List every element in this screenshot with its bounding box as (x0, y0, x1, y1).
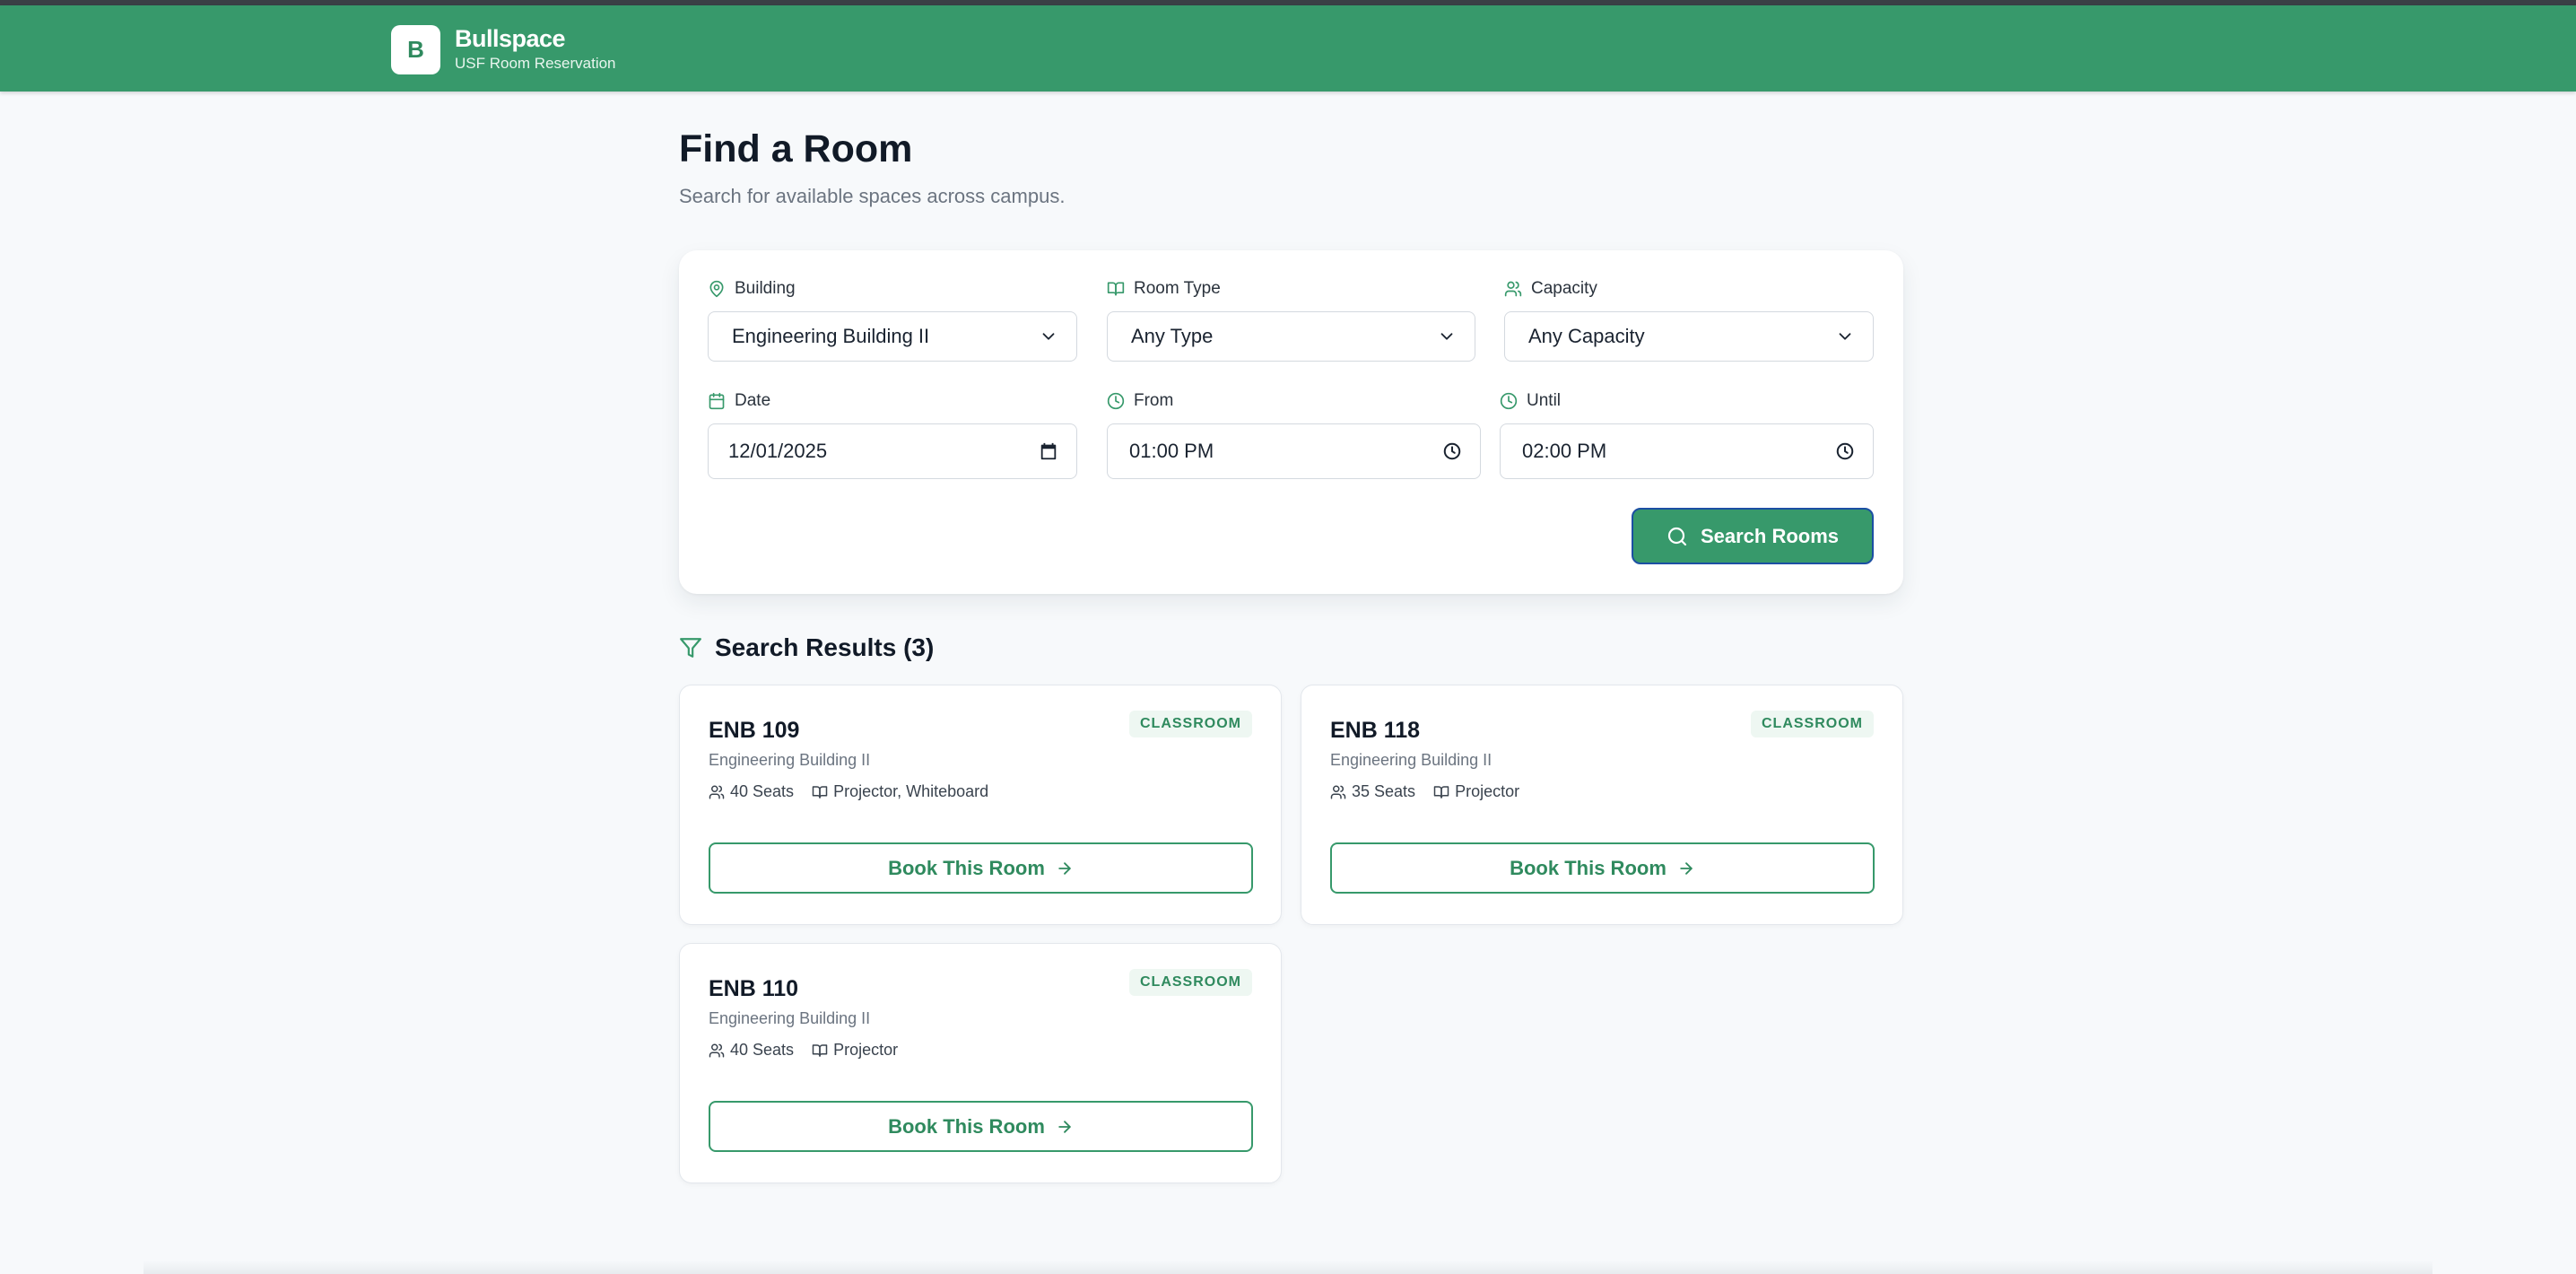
map-pin-icon (709, 280, 724, 298)
room-name: ENB 110 (709, 976, 799, 1001)
room-seats-text: 35 Seats (1352, 782, 1416, 800)
room-card: ENB 109 CLASSROOM Engineering Building I… (679, 685, 1282, 925)
filter-icon (680, 638, 701, 658)
search-rooms-button[interactable]: Search Rooms (1632, 508, 1874, 564)
capacity-select[interactable]: Any Capacity (1504, 311, 1874, 362)
date-label: Date (708, 391, 770, 411)
from-label-text: From (1134, 391, 1174, 410)
room-type-select[interactable]: Any Type (1107, 311, 1475, 362)
building-label: Building (708, 279, 796, 299)
until-time-input[interactable]: 02:00 PM (1500, 423, 1874, 479)
date-input-value: 12/01/2025 (728, 440, 828, 462)
arrow-right-icon (1680, 861, 1693, 875)
results-heading: Search Results (3) (679, 633, 934, 662)
room-name: ENB 109 (709, 718, 800, 743)
book-room-label: Book This Room (888, 1114, 1045, 1138)
room-features: Projector, Whiteboard (812, 782, 988, 801)
calendar-icon (709, 392, 725, 410)
book-room-label: Book This Room (888, 856, 1045, 879)
users-icon (1330, 785, 1346, 798)
room-building: Engineering Building II (709, 1009, 871, 1027)
until-label: Until (1500, 391, 1561, 411)
from-label: From (1107, 391, 1173, 411)
room-meta: 40 Seats Projector, Whiteboard (709, 782, 988, 801)
capacity-label: Capacity (1504, 279, 1597, 299)
clock-picker-icon[interactable] (1442, 441, 1462, 461)
book-open-icon (812, 785, 828, 798)
room-features-text: Projector, Whiteboard (833, 782, 989, 800)
calendar-picker-icon[interactable] (1039, 441, 1058, 461)
room-name: ENB 118 (1330, 718, 1421, 743)
search-icon (1667, 527, 1687, 545)
users-icon (709, 1043, 725, 1057)
book-room-button[interactable]: Book This Room (709, 842, 1253, 894)
room-features: Projector (812, 1041, 898, 1060)
clock-icon (1500, 392, 1518, 410)
brand-name: Bullspace (455, 25, 566, 52)
room-meta: 40 Seats Projector (709, 1041, 898, 1060)
arrow-right-icon (1058, 861, 1071, 875)
capacity-label-text: Capacity (1531, 279, 1597, 298)
chevron-down-icon (1440, 333, 1453, 340)
room-card: ENB 110 CLASSROOM Engineering Building I… (679, 943, 1282, 1183)
room-type-label-text: Room Type (1134, 279, 1221, 298)
room-seats: 40 Seats (709, 1041, 794, 1060)
building-select-value: Engineering Building II (732, 325, 930, 347)
room-seats: 40 Seats (709, 782, 794, 801)
clock-icon (1107, 392, 1125, 410)
room-type-badge: CLASSROOM (1129, 711, 1252, 737)
date-input[interactable]: 12/01/2025 (708, 423, 1077, 479)
app-logo[interactable]: B (391, 25, 440, 74)
users-icon (709, 785, 725, 798)
book-room-button[interactable]: Book This Room (709, 1101, 1253, 1152)
room-type-label: Room Type (1107, 279, 1221, 299)
building-select[interactable]: Engineering Building II (708, 311, 1077, 362)
from-time-input[interactable]: 01:00 PM (1107, 423, 1481, 479)
chevron-down-icon (1839, 333, 1851, 340)
brand-subtitle: USF Room Reservation (455, 55, 616, 72)
search-rooms-label: Search Rooms (1700, 524, 1840, 547)
results-heading-text: Search Results (3) (715, 633, 935, 661)
page-title: Find a Room (679, 127, 913, 170)
building-label-text: Building (735, 279, 796, 298)
from-time-value: 01:00 PM (1129, 440, 1214, 462)
room-seats-text: 40 Seats (730, 782, 795, 800)
room-type-badge: CLASSROOM (1129, 969, 1252, 996)
room-features-text: Projector (1455, 782, 1520, 800)
room-card: ENB 118 CLASSROOM Engineering Building I… (1301, 685, 1903, 925)
until-time-value: 02:00 PM (1522, 440, 1607, 462)
room-meta: 35 Seats Projector (1330, 782, 1519, 801)
book-room-button[interactable]: Book This Room (1330, 842, 1875, 894)
until-label-text: Until (1527, 391, 1562, 410)
room-features: Projector (1433, 782, 1519, 801)
capacity-select-value: Any Capacity (1528, 325, 1645, 347)
room-building: Engineering Building II (709, 751, 871, 769)
clock-picker-icon[interactable] (1835, 441, 1855, 461)
room-seats-text: 40 Seats (730, 1041, 795, 1059)
room-type-select-value: Any Type (1131, 325, 1214, 347)
chevron-down-icon (1042, 333, 1055, 340)
footer-shadow (144, 1261, 2432, 1274)
room-building: Engineering Building II (1330, 751, 1493, 769)
book-room-label: Book This Room (1510, 856, 1667, 879)
arrow-right-icon (1058, 1120, 1071, 1133)
room-features-text: Projector (833, 1041, 899, 1059)
room-type-badge: CLASSROOM (1751, 711, 1874, 737)
users-icon (1504, 281, 1522, 297)
book-open-icon (1433, 785, 1449, 798)
page-subtitle: Search for available spaces across campu… (679, 185, 1066, 207)
app-header: B Bullspace USF Room Reservation (0, 5, 2576, 92)
date-label-text: Date (735, 391, 771, 410)
book-open-icon (1107, 282, 1125, 296)
room-seats: 35 Seats (1330, 782, 1415, 801)
book-open-icon (812, 1043, 828, 1057)
